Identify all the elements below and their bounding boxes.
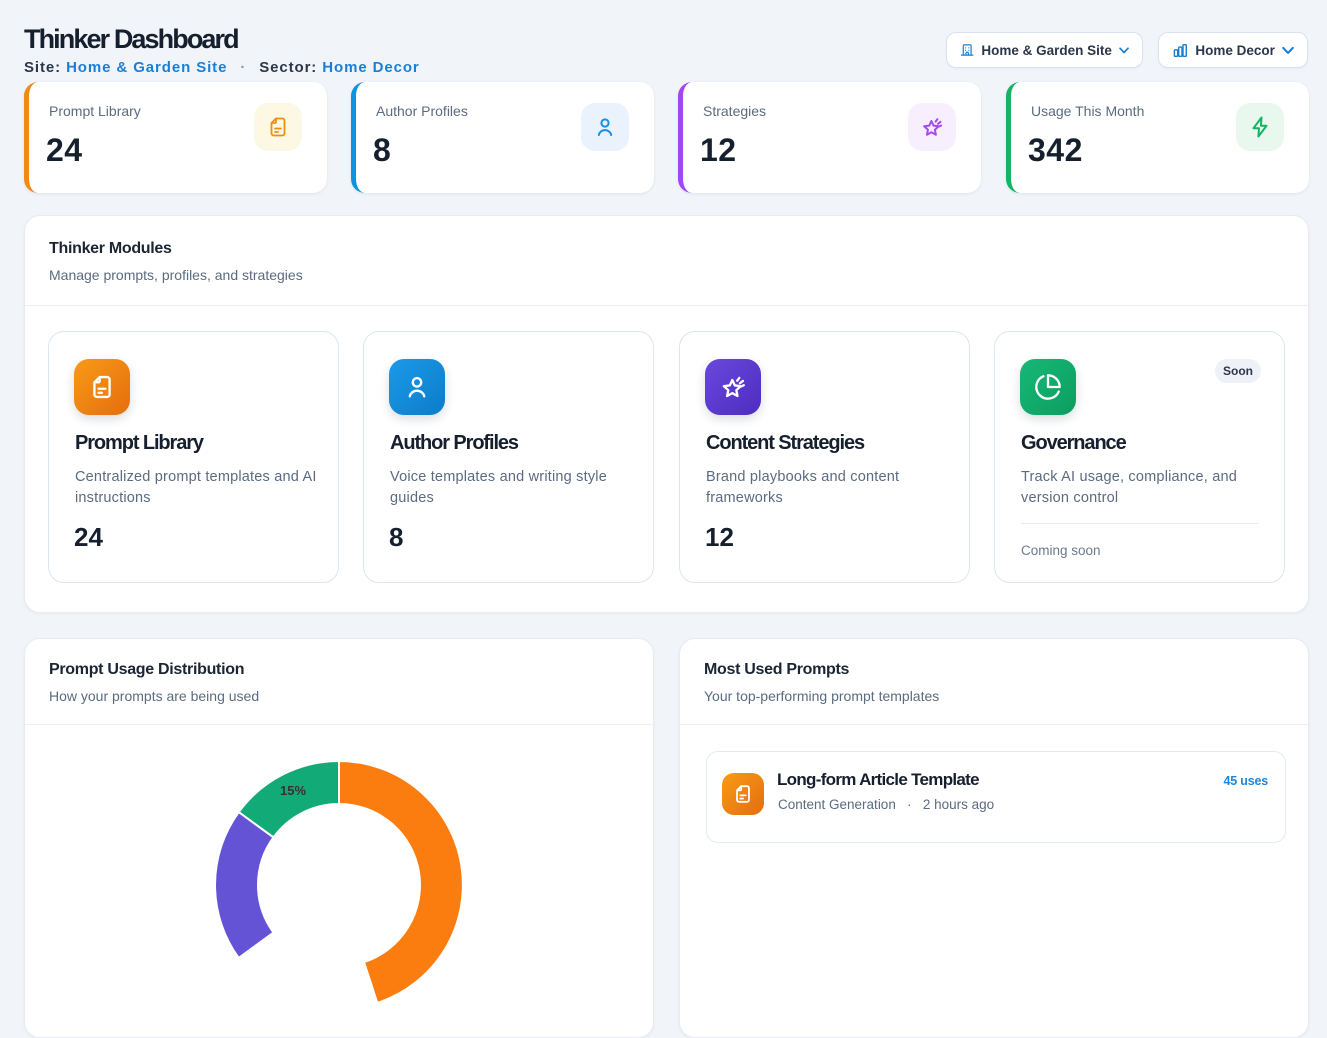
svg-text:15%: 15% — [280, 783, 306, 798]
